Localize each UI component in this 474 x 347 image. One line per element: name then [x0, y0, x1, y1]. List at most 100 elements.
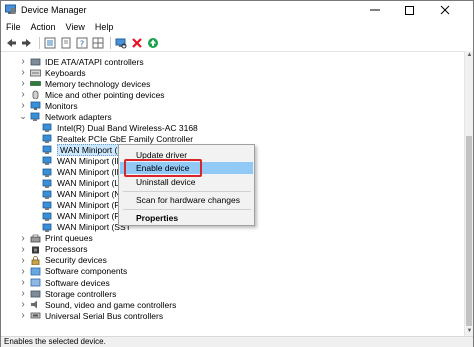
printer-icon: [30, 234, 41, 243]
network-adapter-icon: [42, 157, 52, 166]
tree-row-label: Network adapters: [45, 111, 112, 122]
tree-row[interactable]: › Universal Serial Bus controllers: [19, 310, 163, 321]
tree-row-label: WAN Miniport (IP): [57, 155, 126, 166]
context-menu-separator: [123, 191, 251, 192]
tree-row[interactable]: Intel(R) Dual Band Wireless-AC 3168: [31, 122, 198, 133]
enable-device-callout: [124, 159, 202, 177]
chevron-right-icon[interactable]: ›: [19, 277, 27, 288]
tree-row-label: Realtek PCIe GbE Family Controller: [57, 133, 194, 144]
context-menu-scan-hardware[interactable]: Scan for hardware changes: [120, 194, 253, 206]
scroll-down-icon[interactable]: ▼: [465, 327, 474, 336]
software-component-icon: [30, 267, 41, 276]
sound-icon: [31, 300, 37, 309]
tree-row[interactable]: › Monitors: [19, 100, 78, 111]
chevron-right-icon[interactable]: ›: [19, 100, 27, 111]
tree-row[interactable]: › Processors: [19, 244, 88, 255]
tree-row-label: Print queues: [45, 233, 93, 244]
close-button[interactable]: [431, 1, 459, 19]
tree-row[interactable]: › Security devices: [19, 255, 107, 266]
menu-file[interactable]: File: [1, 20, 26, 35]
context-menu-separator: [123, 209, 251, 210]
chevron-right-icon[interactable]: ›: [19, 89, 27, 100]
tree-row[interactable]: › Keyboards: [19, 67, 85, 78]
processor-icon: [32, 246, 39, 254]
tree-row[interactable]: WAN Miniport (IPv: [31, 167, 127, 178]
window-title: Device Manager: [21, 5, 87, 15]
back-button[interactable]: [5, 37, 17, 49]
chevron-right-icon[interactable]: ›: [19, 255, 27, 266]
chevron-down-icon[interactable]: ⌄: [19, 111, 27, 122]
maximize-button[interactable]: [395, 1, 423, 19]
document-icon: [61, 37, 71, 48]
tree-row[interactable]: ⌄ Network adapters: [19, 111, 112, 122]
monitor-icon: [30, 101, 41, 111]
tree-row[interactable]: WAN Miniport (PPT: [31, 211, 131, 222]
chevron-right-icon[interactable]: ›: [19, 78, 27, 89]
software-device-icon: [30, 278, 41, 287]
chevron-right-icon[interactable]: ›: [19, 67, 27, 78]
context-menu-properties[interactable]: Properties: [120, 212, 253, 224]
chevron-right-icon[interactable]: ›: [19, 233, 27, 244]
tree-row[interactable]: › Sound, video and game controllers: [19, 299, 176, 310]
security-device-icon: [31, 256, 40, 265]
scan-hardware-button[interactable]: [115, 37, 127, 49]
tree-row[interactable]: WAN Miniport (L2T: [31, 178, 129, 189]
enable-device-button[interactable]: [147, 37, 159, 49]
tree-row-label: Monitors: [45, 100, 78, 111]
properties-button[interactable]: [44, 37, 56, 49]
device-manager-window: Device Manager File Action View Help ? ›…: [0, 0, 474, 347]
grid-view-button[interactable]: [92, 37, 104, 49]
enable-device-icon: [148, 37, 158, 48]
forward-button[interactable]: [21, 37, 33, 49]
menu-help[interactable]: Help: [90, 20, 119, 35]
chevron-right-icon[interactable]: ›: [19, 288, 27, 299]
back-arrow-icon: [7, 38, 16, 47]
vertical-scrollbar[interactable]: ▲ ▼: [464, 51, 473, 336]
chevron-right-icon[interactable]: ›: [19, 244, 27, 255]
menu-action[interactable]: Action: [26, 20, 61, 35]
tree-row[interactable]: › Print queues: [19, 233, 93, 244]
tree-row[interactable]: Realtek PCIe GbE Family Controller: [31, 133, 193, 144]
memory-icon: [30, 81, 41, 86]
document-button[interactable]: [60, 37, 72, 49]
tree-row[interactable]: › Software devices: [19, 277, 109, 288]
context-menu-uninstall-device[interactable]: Uninstall device: [120, 176, 253, 188]
network-adapter-icon: [42, 179, 52, 188]
scroll-up-icon[interactable]: ▲: [465, 51, 474, 60]
tree-row-label: Processors: [45, 244, 88, 255]
tree-row[interactable]: › Mice and other pointing devices: [19, 89, 164, 100]
tree-row[interactable]: › Storage controllers: [19, 288, 116, 299]
chevron-right-icon[interactable]: ›: [19, 310, 27, 321]
maximize-icon: [404, 5, 414, 15]
tree-row-label: Software components: [45, 266, 128, 277]
tree-row[interactable]: WAN Miniport (PPP: [31, 200, 131, 211]
tree-row[interactable]: WAN Miniport (IP): [31, 155, 125, 166]
tree-row-label: Security devices: [45, 255, 107, 266]
tree-row[interactable]: › Memory technology devices: [19, 78, 150, 89]
title-bar[interactable]: Device Manager: [1, 1, 473, 19]
scroll-thumb[interactable]: [466, 136, 472, 326]
toolbar: ?: [1, 35, 473, 50]
grid-view-icon: [92, 37, 104, 48]
tree-row-label: Storage controllers: [45, 288, 117, 299]
minimize-button[interactable]: [361, 1, 389, 19]
tree-row[interactable]: WAN Miniport (Net: [31, 189, 128, 200]
tree-row[interactable]: WAN Miniport (SST: [31, 222, 131, 233]
tree-row[interactable]: › IDE ATA/ATAPI controllers: [19, 56, 143, 67]
network-adapter-icon: [30, 112, 40, 122]
remove-device-button[interactable]: [131, 37, 143, 49]
help-button[interactable]: ?: [76, 37, 88, 49]
menu-view[interactable]: View: [61, 20, 90, 35]
tree-row[interactable]: › Software components: [19, 266, 127, 277]
ide-controller-icon: [30, 58, 41, 66]
chevron-right-icon[interactable]: ›: [19, 56, 27, 67]
chevron-right-icon[interactable]: ›: [19, 266, 27, 277]
chevron-right-icon[interactable]: ›: [19, 299, 27, 310]
network-adapter-icon: [42, 123, 52, 133]
